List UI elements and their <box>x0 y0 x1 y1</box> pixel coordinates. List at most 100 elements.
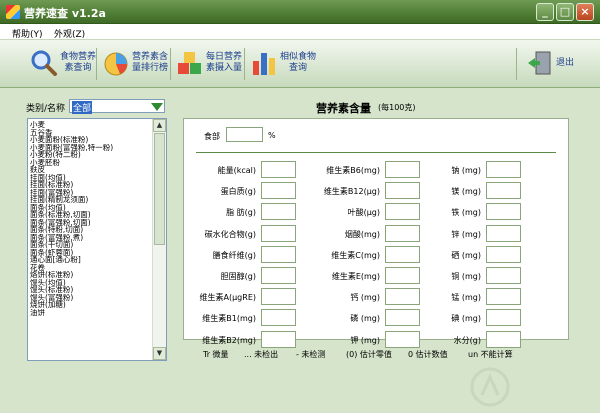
list-item[interactable]: 馒头(标准粉) <box>30 286 152 294</box>
toolbar-separator <box>96 48 97 80</box>
bar-chart-icon <box>253 53 275 75</box>
menu-appearance[interactable]: 外观(Z) <box>54 27 85 40</box>
list-item[interactable]: 馒头(富强粉) <box>30 294 152 302</box>
list-item[interactable]: 花卷 <box>30 264 152 272</box>
scroll-up-icon[interactable]: ▲ <box>153 119 166 132</box>
nutrient-label: 锌 (mg) <box>451 229 481 239</box>
list-item[interactable]: 挂面(富强粉) <box>30 189 152 197</box>
legend-estimated-zero: (0) 估计零值 <box>346 350 392 359</box>
nutrient-label: 铜 (mg) <box>451 272 481 281</box>
minimize-button[interactable]: _ <box>536 3 554 21</box>
nutrient-value-field <box>486 330 521 348</box>
tool-label: 每日营养 素摄入量 <box>206 52 243 73</box>
legend-trace: Tr 微量 <box>203 350 229 359</box>
nutrient-value-field <box>486 182 521 200</box>
food-nutrient-query-button[interactable]: 食物营养 素查询 <box>30 46 100 82</box>
list-item[interactable]: 面条(干切面) <box>30 241 152 249</box>
nutrient-value-field <box>486 161 521 178</box>
nutrient-ranking-button[interactable]: 营养素含 量排行榜 <box>102 46 174 82</box>
dropdown-arrow-icon[interactable] <box>150 100 164 112</box>
nutrient-label: 能量(kcal) <box>217 166 256 175</box>
toolbar-separator <box>170 48 171 80</box>
list-item[interactable]: 小麦粉(特二粉) <box>30 151 152 159</box>
list-item[interactable]: 小麦面粉(标准粉) <box>30 136 152 144</box>
list-item[interactable]: 通心面[通心粉] <box>30 256 152 264</box>
tool-label: 食物营养 素查询 <box>60 52 97 73</box>
list-item[interactable]: 麸皮 <box>30 166 152 174</box>
list-item[interactable]: 面条(虾蓉面) <box>30 249 152 257</box>
toolbar-separator <box>516 48 517 80</box>
nutrient-value-field <box>261 288 296 306</box>
nutrient-label: 维生素B12(μg) <box>323 187 380 197</box>
list-item[interactable]: 挂面(均值) <box>30 174 152 182</box>
scroll-down-icon[interactable]: ▼ <box>153 347 166 360</box>
list-item[interactable]: 面条(富强粉,煮) <box>30 234 152 242</box>
list-item[interactable]: 挂面(精制龙须面) <box>30 196 152 204</box>
nutrient-label: 镁 (mg) <box>451 187 481 197</box>
nutrient-value-field <box>261 330 296 348</box>
list-item[interactable]: 烧饼(加糖) <box>30 301 152 309</box>
list-item[interactable]: 烙饼(标准粉) <box>30 271 152 279</box>
scroll-thumb[interactable] <box>154 133 165 245</box>
nutrient-value-field <box>261 182 296 200</box>
menu-bar: 帮助(Y) 外观(Z) <box>0 24 600 40</box>
list-item[interactable]: 挂面(标准粉) <box>30 181 152 189</box>
menu-help[interactable]: 帮助(Y) <box>12 27 43 40</box>
food-list[interactable]: 小麦 五谷香 小麦面粉(标准粉) 小麦面粉(富强粉,特一粉) 小麦粉(特二粉) 小麦胚粉麸… <box>27 118 167 361</box>
list-item[interactable]: 小麦 <box>30 121 152 129</box>
toolbar-separator <box>244 48 245 80</box>
similar-food-query-button[interactable]: 相似食物 查询 <box>250 46 322 82</box>
list-item[interactable]: 面条(富强粉,切面) <box>30 219 152 227</box>
nutrient-value-field <box>261 309 296 327</box>
nutrient-label: 维生素B2(mg) <box>202 335 256 345</box>
nutrient-value-field <box>486 203 521 221</box>
title-bar: 营养速查 v1.2a _ □ × <box>0 0 600 24</box>
nutrient-label: 锰 (mg) <box>451 293 481 303</box>
nutrient-value-field <box>486 245 521 263</box>
nutrient-value-field <box>486 288 521 306</box>
panel-title: 营养素含量 <box>316 102 371 115</box>
nutrient-label: 烟酸(mg) <box>344 229 380 239</box>
list-item[interactable]: 面条(均值) <box>30 204 152 212</box>
category-value: 全部 <box>72 101 93 114</box>
list-scrollbar[interactable]: ▲ ▼ <box>152 119 166 360</box>
close-button[interactable]: × <box>576 3 594 21</box>
cubes-icon <box>178 52 201 74</box>
nutrient-label: 磷 (mg) <box>350 314 380 324</box>
nutrient-value-field <box>261 245 296 263</box>
exit-button[interactable]: 退出 <box>526 46 586 82</box>
nutrient-value-field <box>261 203 296 221</box>
nutrient-label: 维生素B1(mg) <box>202 314 256 324</box>
nutrient-label: 硒 (mg) <box>451 250 481 260</box>
nutrient-label: 碘 (mg) <box>451 314 481 324</box>
daily-intake-button[interactable]: 每日营养 素摄入量 <box>176 46 248 82</box>
nutrient-label: 蛋白质(g) <box>220 187 256 197</box>
nutrient-value-field <box>486 267 521 284</box>
legend-not-computable: un 不能计算 <box>468 350 513 359</box>
nutrient-label: 胆固醇(g) <box>220 272 256 281</box>
nutrient-value-field <box>261 224 296 242</box>
pie-chart-icon <box>104 52 128 76</box>
nutrient-label: 钾 (mg) <box>350 335 380 345</box>
edible-portion-label: 食部 <box>204 132 220 141</box>
maximize-button[interactable]: □ <box>556 3 574 21</box>
edible-portion-unit: % <box>268 131 276 140</box>
list-item[interactable]: 馒头(均值) <box>30 279 152 287</box>
nutrient-label: 维生素E(mg) <box>331 272 380 281</box>
nutrient-label: 钙 (mg) <box>350 293 380 303</box>
tool-label: 退出 <box>556 58 575 68</box>
tool-label: 营养素含 量排行榜 <box>132 52 169 73</box>
panel-subtitle: (每100克) <box>378 103 416 112</box>
list-item[interactable]: 小麦胚粉 <box>30 159 152 167</box>
edible-portion-field <box>226 127 263 142</box>
exit-door-icon <box>528 51 551 75</box>
list-item[interactable]: 小麦面粉(富强粉,特一粉) <box>30 144 152 152</box>
list-item[interactable]: 面条(特粉,切面) <box>30 226 152 234</box>
nutrient-label: 维生素C(mg) <box>331 250 380 260</box>
nutrient-label: 膳食纤维(g) <box>212 250 256 260</box>
list-item[interactable]: 五谷香 <box>30 129 152 137</box>
list-item[interactable]: 面条(标准粉,切面) <box>30 211 152 219</box>
list-item[interactable]: 油饼 <box>30 309 152 317</box>
nutrient-label: 脂 肪(g) <box>226 208 256 218</box>
app-icon <box>6 5 20 19</box>
